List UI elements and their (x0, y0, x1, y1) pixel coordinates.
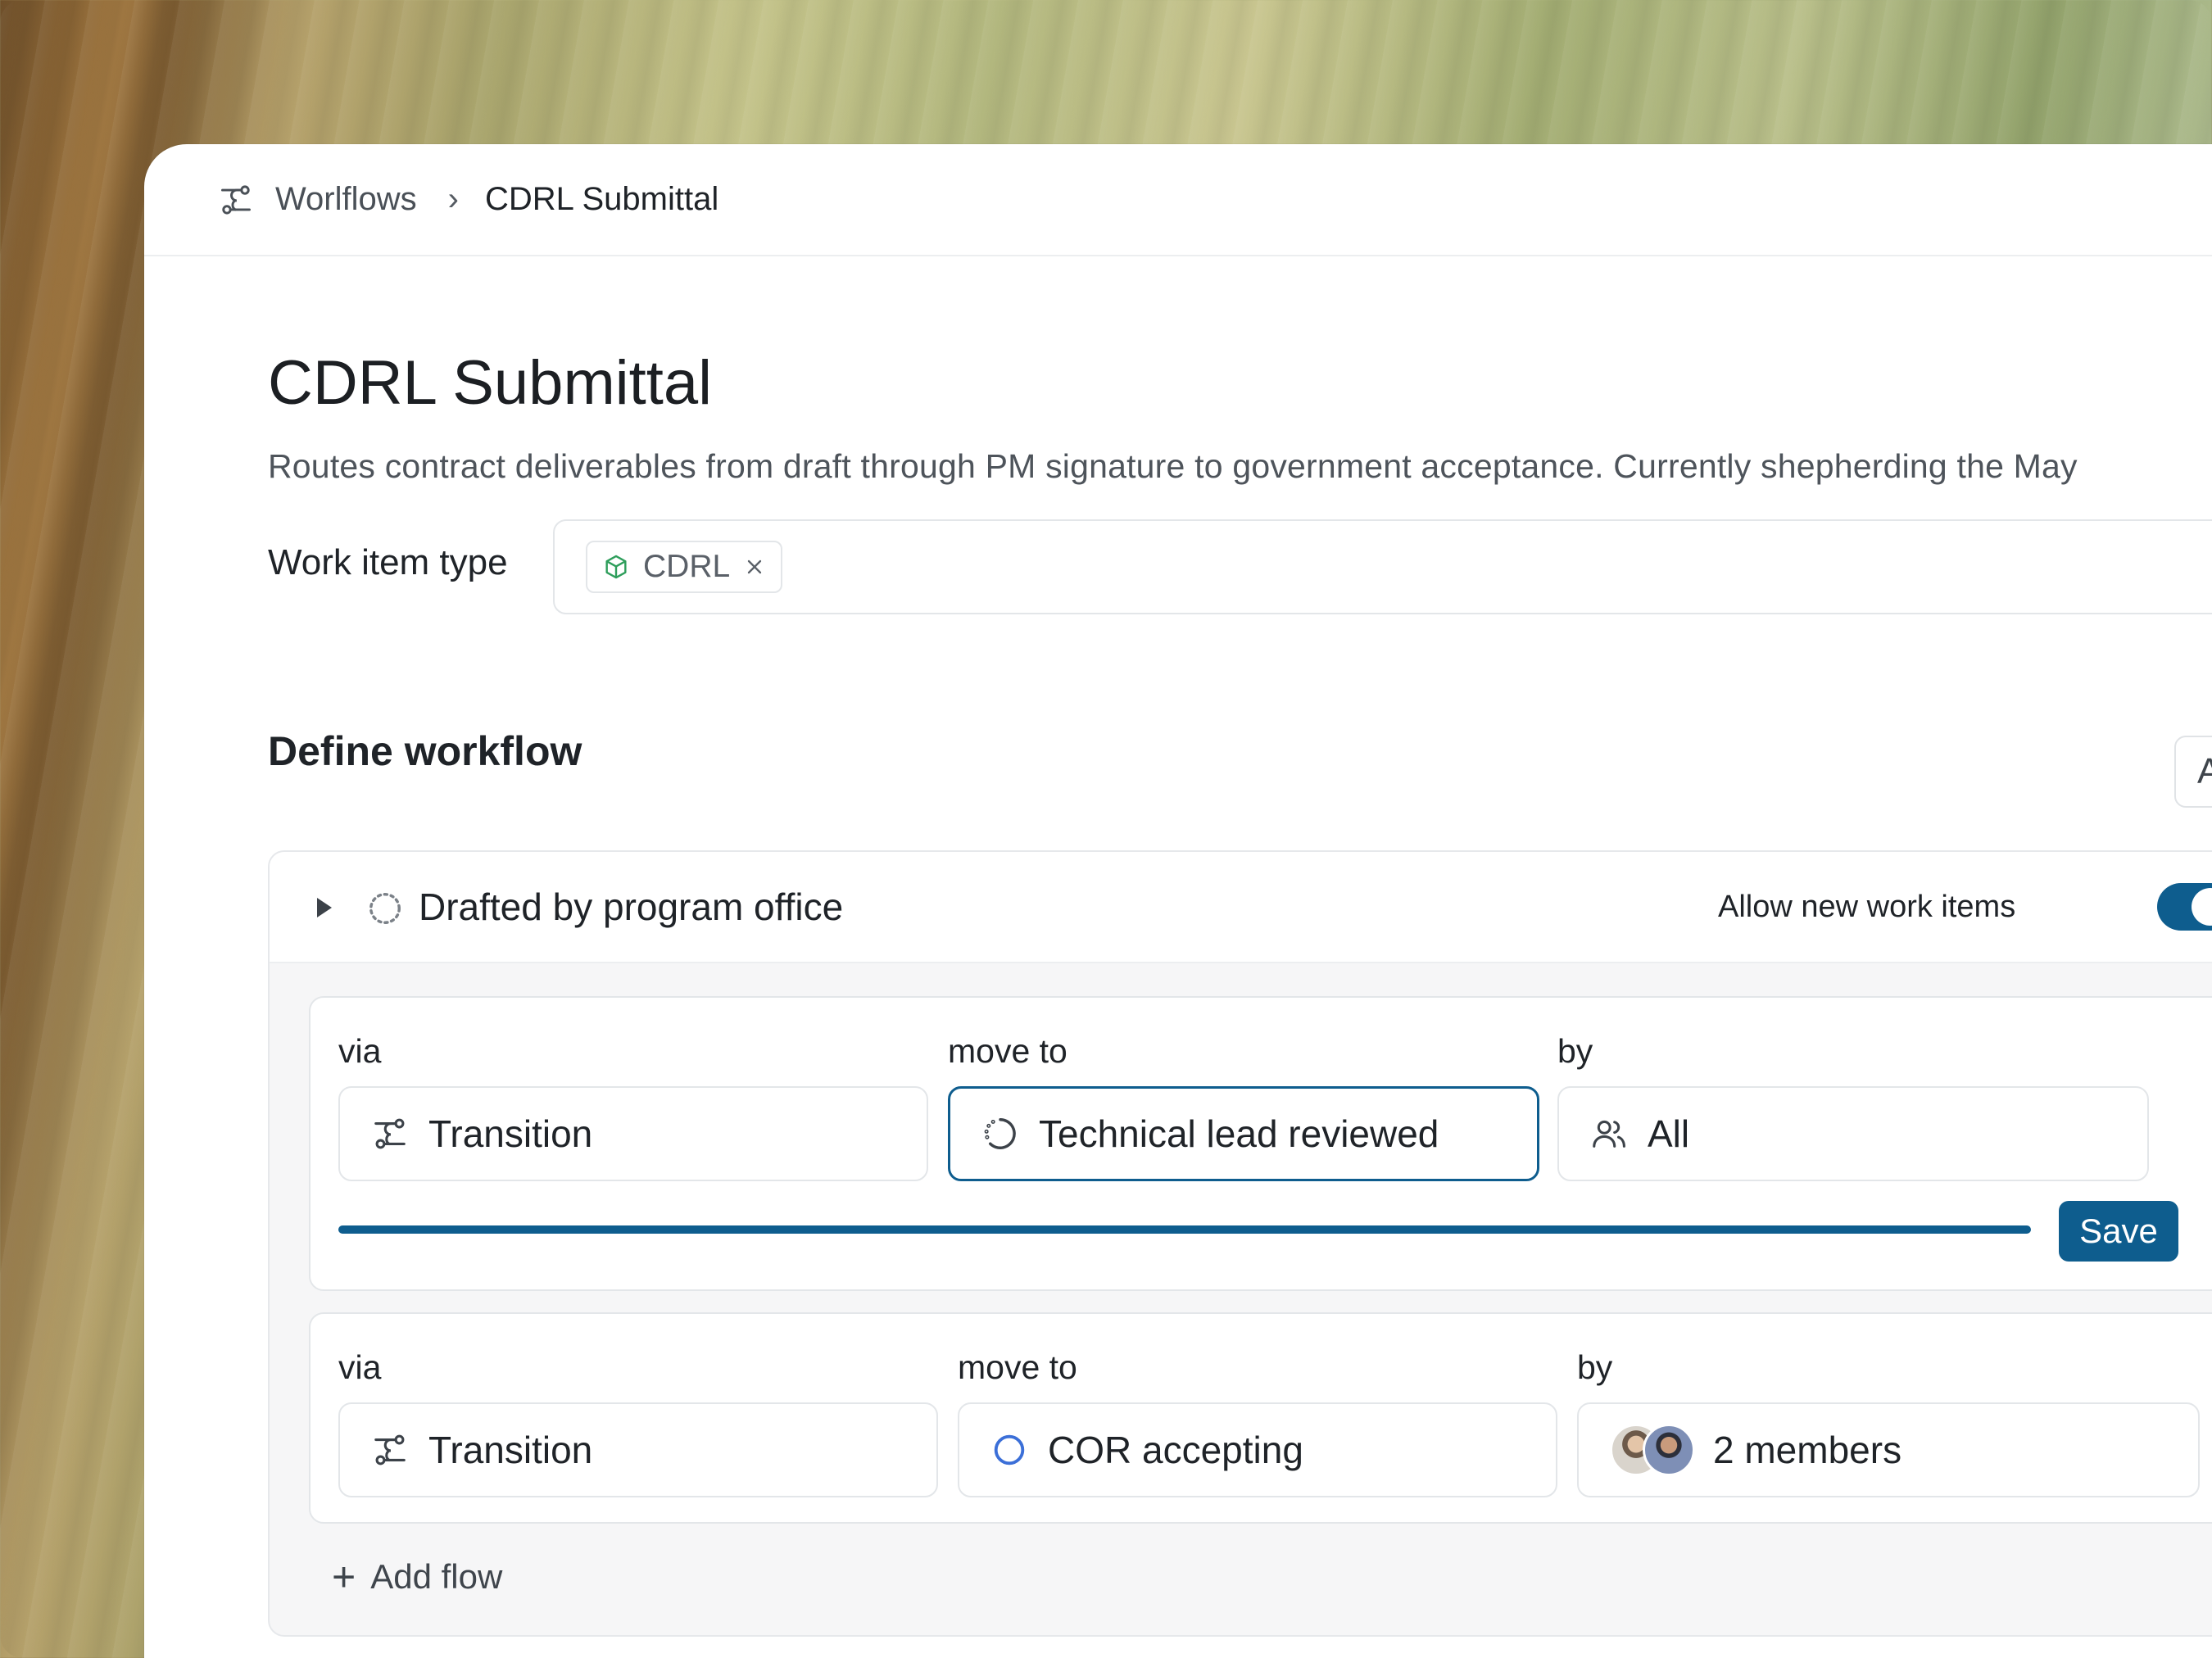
plus-icon: + (332, 1554, 356, 1600)
work-item-type-chip: CDRL (586, 541, 783, 593)
move-to-label: move to (948, 1032, 1067, 1070)
add-state-button[interactable]: Add stat (2174, 736, 2212, 808)
by-select[interactable]: 2 members (1577, 1402, 2200, 1497)
flow-card: via move to by Transition Technical lead… (309, 996, 2212, 1291)
partial-circle-icon (984, 1118, 1016, 1149)
save-button[interactable]: Save (2059, 1201, 2178, 1262)
circle-icon (994, 1434, 1025, 1465)
member-avatars (1610, 1424, 1695, 1476)
move-to-value: COR accepting (1048, 1429, 1303, 1471)
by-value: All (1648, 1112, 1690, 1155)
via-value: Transition (428, 1112, 593, 1155)
via-value: Transition (428, 1429, 593, 1471)
allow-new-work-items-label: Allow new work items (1718, 890, 2016, 924)
via-label: via (338, 1348, 382, 1386)
dashed-circle-icon (369, 893, 401, 924)
by-select[interactable]: All (1557, 1086, 2149, 1181)
move-to-select[interactable]: Technical lead reviewed (948, 1086, 1539, 1181)
page-description: Routes contract deliverables from draft … (268, 447, 2078, 485)
allow-new-work-items-toggle[interactable] (2157, 883, 2212, 931)
move-to-select[interactable]: COR accepting (958, 1402, 1557, 1497)
state-header: Drafted by program office Allow new work… (270, 852, 2212, 963)
by-label: by (1577, 1348, 1613, 1386)
via-select[interactable]: Transition (338, 1402, 938, 1497)
close-icon[interactable] (743, 555, 766, 578)
expand-caret-icon[interactable] (317, 898, 332, 917)
transition-icon (374, 1118, 406, 1149)
app-window: Worlflows › CDRL Submittal CDRL Submitta… (144, 144, 2212, 1658)
move-to-value: Technical lead reviewed (1039, 1112, 1439, 1155)
state-name: Drafted by program office (419, 886, 844, 928)
state-card: Drafted by program office Allow new work… (268, 850, 2212, 1637)
avatar (1643, 1424, 1695, 1476)
toggle-knob (2192, 888, 2212, 926)
progress-bar (338, 1225, 2031, 1234)
via-select[interactable]: Transition (338, 1086, 928, 1181)
flow-card: via move to by Transition COR accepting (309, 1312, 2212, 1524)
breadcrumb: Worlflows › CDRL Submittal (144, 144, 2212, 256)
breadcrumb-current: CDRL Submittal (484, 181, 719, 217)
work-item-type-field[interactable]: CDRL (553, 519, 2212, 614)
workflow-icon (221, 184, 251, 215)
users-icon (1593, 1120, 1625, 1148)
via-label: via (338, 1032, 382, 1070)
add-flow-label: Add flow (370, 1557, 503, 1596)
by-label: by (1557, 1032, 1593, 1070)
by-value: 2 members (1713, 1429, 1902, 1471)
chip-label: CDRL (643, 549, 731, 584)
chevron-right-icon: › (447, 181, 459, 217)
breadcrumb-parent-link[interactable]: Worlflows (275, 181, 417, 218)
cube-icon (605, 555, 627, 579)
work-item-type-label: Work item type (268, 542, 508, 582)
move-to-label: move to (958, 1348, 1077, 1386)
transition-icon (374, 1434, 406, 1465)
add-flow-button[interactable]: + Add flow (332, 1556, 502, 1597)
page-title: CDRL Submittal (268, 348, 713, 418)
define-workflow-heading: Define workflow (268, 728, 582, 774)
